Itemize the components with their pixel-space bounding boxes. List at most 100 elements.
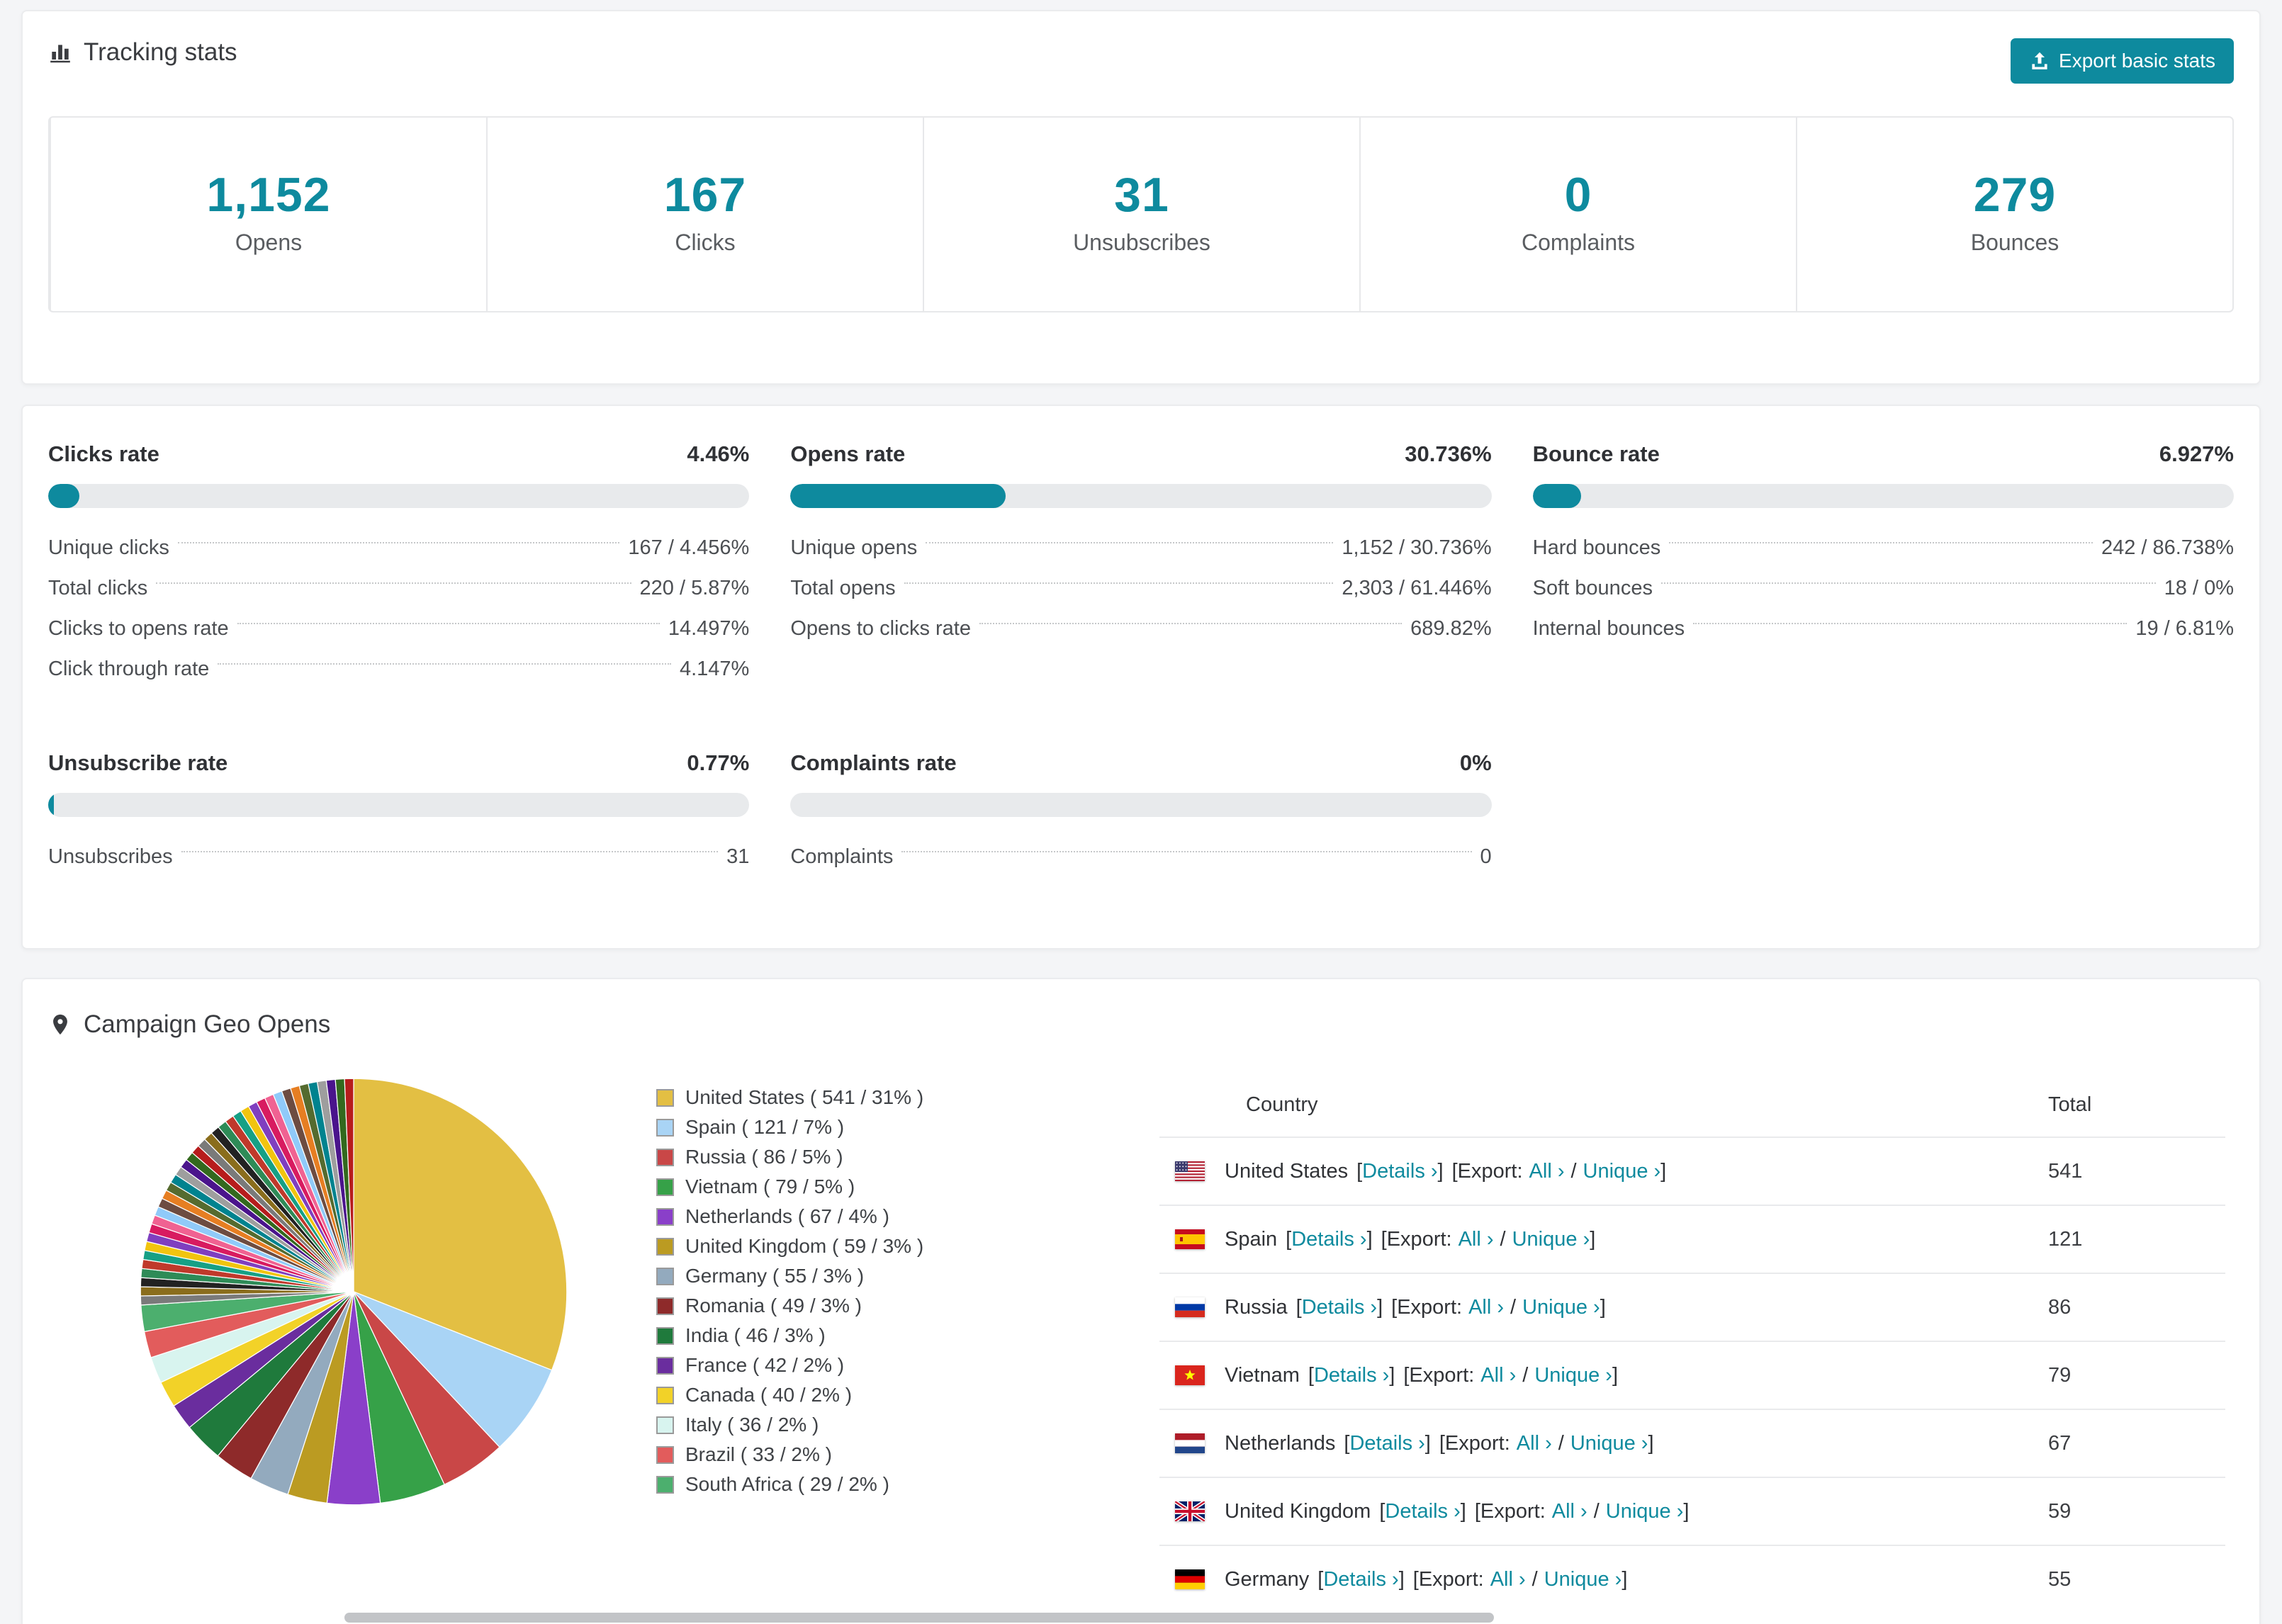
legend-item: Italy ( 36 / 2% ) <box>656 1410 989 1440</box>
details-link[interactable]: Details › <box>1349 1432 1424 1455</box>
legend-swatch <box>656 1297 674 1315</box>
export-group: [Export: All › / Unique ›] <box>1475 1500 1690 1523</box>
export-basic-stats-button[interactable]: Export basic stats <box>2011 38 2234 84</box>
total-cell: 86 <box>2048 1295 2072 1319</box>
rate-detail-label: Complaints <box>790 845 894 868</box>
export-group: [Export: All › / Unique ›] <box>1381 1228 1596 1251</box>
details-group: [Details ›] <box>1308 1364 1395 1387</box>
rate-header: Clicks rate 4.46% <box>48 441 749 467</box>
legend-swatch <box>656 1356 674 1375</box>
rate-detail-label: Clicks to opens rate <box>48 617 229 640</box>
rates-grid: Clicks rate 4.46% Unique clicks 167 / 4.… <box>48 441 2234 877</box>
total-cell: 55 <box>2048 1567 2072 1591</box>
bracket: ] <box>1621 1567 1628 1591</box>
column-header-total: Total <box>2048 1093 2092 1116</box>
legend-swatch <box>656 1148 674 1166</box>
export-all-link[interactable]: All › <box>1480 1364 1516 1387</box>
bracket: ] <box>1366 1227 1373 1251</box>
campaign-geo-opens-title: Campaign Geo Opens <box>48 1010 2234 1039</box>
details-link[interactable]: Details › <box>1302 1296 1377 1319</box>
export-prefix: Export: <box>1409 1363 1475 1387</box>
export-group: [Export: All › / Unique ›] <box>1452 1160 1667 1183</box>
bracket: ] <box>1612 1363 1618 1387</box>
stat-box: 1,152 Opens <box>50 118 486 311</box>
details-link[interactable]: Details › <box>1362 1160 1437 1183</box>
column-header-country: Country <box>1246 1093 1318 1116</box>
rate-detail-row: Unique opens 1,152 / 30.736% <box>790 528 1491 568</box>
rate-detail-label: Total opens <box>790 577 896 599</box>
export-prefix: Export: <box>1480 1499 1546 1523</box>
legend-label: United States ( 541 / 31% ) <box>685 1086 924 1108</box>
legend-label: United Kingdom ( 59 / 3% ) <box>685 1235 924 1257</box>
dotted-leader <box>979 622 1403 624</box>
details-link[interactable]: Details › <box>1314 1364 1389 1387</box>
country-cell: Russia [Details ›] [Export: All › / Unique … <box>1159 1296 2048 1319</box>
export-icon <box>2029 50 2050 72</box>
rate-detail-label: Internal bounces <box>1532 617 1685 640</box>
rate-panel: Complaints rate 0% Complaints 0 <box>790 750 1492 877</box>
rate-panel: Bounce rate 6.927% Hard bounces 242 / 86… <box>1532 441 2234 689</box>
export-all-link[interactable]: All › <box>1517 1432 1552 1455</box>
separator-slash: / <box>1522 1363 1529 1387</box>
export-unique-link[interactable]: Unique › <box>1512 1228 1590 1251</box>
stat-value: 0 <box>1564 168 1592 222</box>
dotted-leader <box>177 541 620 543</box>
details-group: [Details ›] <box>1344 1432 1430 1455</box>
country-flag <box>1175 1297 1205 1317</box>
rate-value: 0% <box>1459 750 1492 775</box>
legend-item: Brazil ( 33 / 2% ) <box>656 1440 989 1470</box>
rate-detail-label: Unsubscribes <box>48 845 173 868</box>
export-unique-link[interactable]: Unique › <box>1522 1296 1600 1319</box>
separator-slash: / <box>1510 1295 1517 1319</box>
separator-slash: / <box>1558 1431 1564 1455</box>
rate-detail-value: 689.82% <box>1410 617 1492 640</box>
export-all-link[interactable]: All › <box>1490 1568 1526 1591</box>
export-unique-link[interactable]: Unique › <box>1534 1364 1612 1387</box>
details-link[interactable]: Details › <box>1385 1500 1460 1523</box>
export-all-link[interactable]: All › <box>1468 1296 1504 1319</box>
export-all-link[interactable]: All › <box>1529 1160 1565 1183</box>
legend-label: Vietnam ( 79 / 5% ) <box>685 1175 855 1197</box>
export-unique-link[interactable]: Unique › <box>1570 1432 1648 1455</box>
geo-table-header: Country Total <box>1159 1073 2225 1137</box>
rate-title: Bounce rate <box>1532 441 1660 466</box>
rate-progress-bar <box>790 793 1492 817</box>
rate-header: Unsubscribe rate 0.77% <box>48 750 749 776</box>
separator-slash: / <box>1570 1159 1577 1183</box>
details-group: [Details ›] <box>1379 1500 1466 1523</box>
details-group: [Details ›] <box>1286 1228 1372 1251</box>
export-unique-link[interactable]: Unique › <box>1583 1160 1661 1183</box>
country-name: Germany <box>1225 1567 1310 1591</box>
stat-box: 279 Bounces <box>1796 118 2232 311</box>
rate-progress-bar <box>790 484 1492 508</box>
rate-detail-row: Opens to clicks rate 689.82% <box>790 609 1491 649</box>
legend-item: United States ( 541 / 31% ) <box>656 1083 989 1112</box>
stat-value: 279 <box>1973 168 2057 222</box>
export-unique-link[interactable]: Unique › <box>1544 1568 1622 1591</box>
legend-label: Italy ( 36 / 2% ) <box>685 1414 819 1436</box>
legend-swatch <box>656 1326 674 1345</box>
country-flag <box>1175 1433 1205 1453</box>
export-all-link[interactable]: All › <box>1458 1228 1494 1251</box>
rate-detail-value: 18 / 0% <box>2164 577 2234 599</box>
rate-detail-value: 167 / 4.456% <box>628 536 750 559</box>
export-prefix: Export: <box>1457 1159 1523 1183</box>
country-cell: United States [Details ›] [Export: All › /… <box>1159 1160 2048 1183</box>
details-link[interactable]: Details › <box>1291 1228 1366 1251</box>
campaign-geo-opens-title-text: Campaign Geo Opens <box>84 1010 331 1038</box>
rate-detail-rows: Unique opens 1,152 / 30.736% Total opens… <box>790 528 1491 649</box>
export-all-link[interactable]: All › <box>1552 1500 1587 1523</box>
rate-detail-label: Hard bounces <box>1532 536 1661 559</box>
legend-swatch <box>656 1475 674 1494</box>
country-cell: Spain [Details ›] [Export: All › / Unique ›… <box>1159 1228 2048 1251</box>
export-unique-link[interactable]: Unique › <box>1606 1500 1684 1523</box>
dotted-leader <box>904 582 1334 584</box>
rate-detail-row: Click through rate 4.147% <box>48 649 749 689</box>
legend-label: Brazil ( 33 / 2% ) <box>685 1443 832 1465</box>
rate-detail-row: Total opens 2,303 / 61.446% <box>790 568 1491 609</box>
bracket: ] <box>1660 1159 1667 1183</box>
details-link[interactable]: Details › <box>1323 1568 1398 1591</box>
bracket: ] <box>1424 1431 1431 1455</box>
horizontal-scrollbar-thumb[interactable] <box>344 1613 1494 1623</box>
country-cell: Netherlands [Details ›] [Export: All › / Un… <box>1159 1432 2048 1455</box>
